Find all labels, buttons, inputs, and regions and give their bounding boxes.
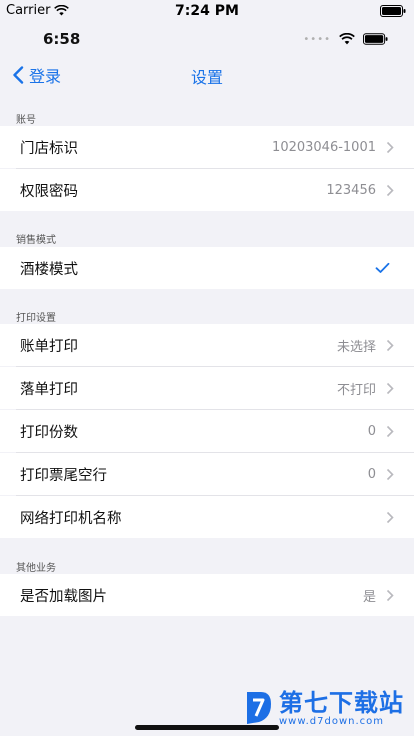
battery-icon xyxy=(380,5,406,17)
row-value: 不打印 xyxy=(336,382,376,398)
row-label: 打印票尾空行 xyxy=(20,467,107,484)
site-watermark: 第七下载站 www.d7down.com xyxy=(243,688,404,728)
carrier-label: Carrier xyxy=(6,3,51,18)
chevron-right-icon xyxy=(386,382,394,395)
wifi-icon xyxy=(54,5,70,16)
signal-dots: •••• xyxy=(303,33,331,45)
watermark-title: 第七下载站 xyxy=(279,688,404,717)
row-value: 是 xyxy=(362,589,376,605)
section-header-account: 账号 xyxy=(16,115,36,126)
app-status-bar: 6:58 •••• xyxy=(0,24,414,54)
chevron-right-icon xyxy=(386,511,394,524)
row-label: 门店标识 xyxy=(20,140,78,157)
section-header-other: 其他业务 xyxy=(16,563,56,574)
row-label: 落单打印 xyxy=(20,381,78,398)
app-time: 6:58 xyxy=(43,30,81,48)
simulator-time: 7:24 PM xyxy=(175,3,239,19)
carrier-info: Carrier xyxy=(6,3,70,18)
row-label: 网络打印机名称 xyxy=(20,510,122,527)
row-store-id[interactable]: 门店标识 10203046-1001 xyxy=(0,126,414,168)
row-footer-blank-lines[interactable]: 打印票尾空行 0 xyxy=(0,453,414,495)
navigation-bar: 登录 设置 xyxy=(0,54,414,94)
d7-logo-icon xyxy=(247,692,271,724)
row-label: 账单打印 xyxy=(20,338,78,355)
row-label: 权限密码 xyxy=(20,183,78,200)
row-permission-password[interactable]: 权限密码 123456 xyxy=(0,169,414,211)
row-value: 0 xyxy=(367,466,376,482)
app-status-icons: •••• xyxy=(303,33,388,45)
battery-icon xyxy=(363,33,388,45)
row-load-images[interactable]: 是否加载图片 是 xyxy=(0,574,414,616)
row-value: 0 xyxy=(367,423,376,439)
section-header-print: 打印设置 xyxy=(16,313,56,324)
row-label: 是否加载图片 xyxy=(20,588,107,605)
chevron-right-icon xyxy=(386,339,394,352)
chevron-right-icon xyxy=(386,425,394,438)
row-value: 10203046-1001 xyxy=(272,139,376,155)
row-value: 未选择 xyxy=(336,339,376,355)
row-bill-print[interactable]: 账单打印 未选择 xyxy=(0,324,414,366)
chevron-right-icon xyxy=(386,184,394,197)
checkmark-icon xyxy=(375,262,390,273)
row-value: 123456 xyxy=(326,182,376,198)
chevron-right-icon xyxy=(386,468,394,481)
row-network-printer-name[interactable]: 网络打印机名称 xyxy=(0,496,414,538)
section-header-sales-mode: 销售模式 xyxy=(16,235,56,246)
row-bar-mode[interactable]: 酒楼模式 xyxy=(0,247,414,289)
watermark-url: www.d7down.com xyxy=(279,715,385,727)
simulator-status-bar: Carrier 7:24 PM xyxy=(0,0,414,22)
home-indicator[interactable] xyxy=(135,725,279,730)
row-label: 酒楼模式 xyxy=(20,261,78,278)
row-print-copies[interactable]: 打印份数 0 xyxy=(0,410,414,452)
page-title: 设置 xyxy=(190,68,223,87)
chevron-right-icon xyxy=(386,141,394,154)
row-order-print[interactable]: 落单打印 不打印 xyxy=(0,367,414,409)
row-label: 打印份数 xyxy=(20,424,78,441)
chevron-right-icon xyxy=(386,589,394,602)
wifi-icon xyxy=(339,33,355,45)
